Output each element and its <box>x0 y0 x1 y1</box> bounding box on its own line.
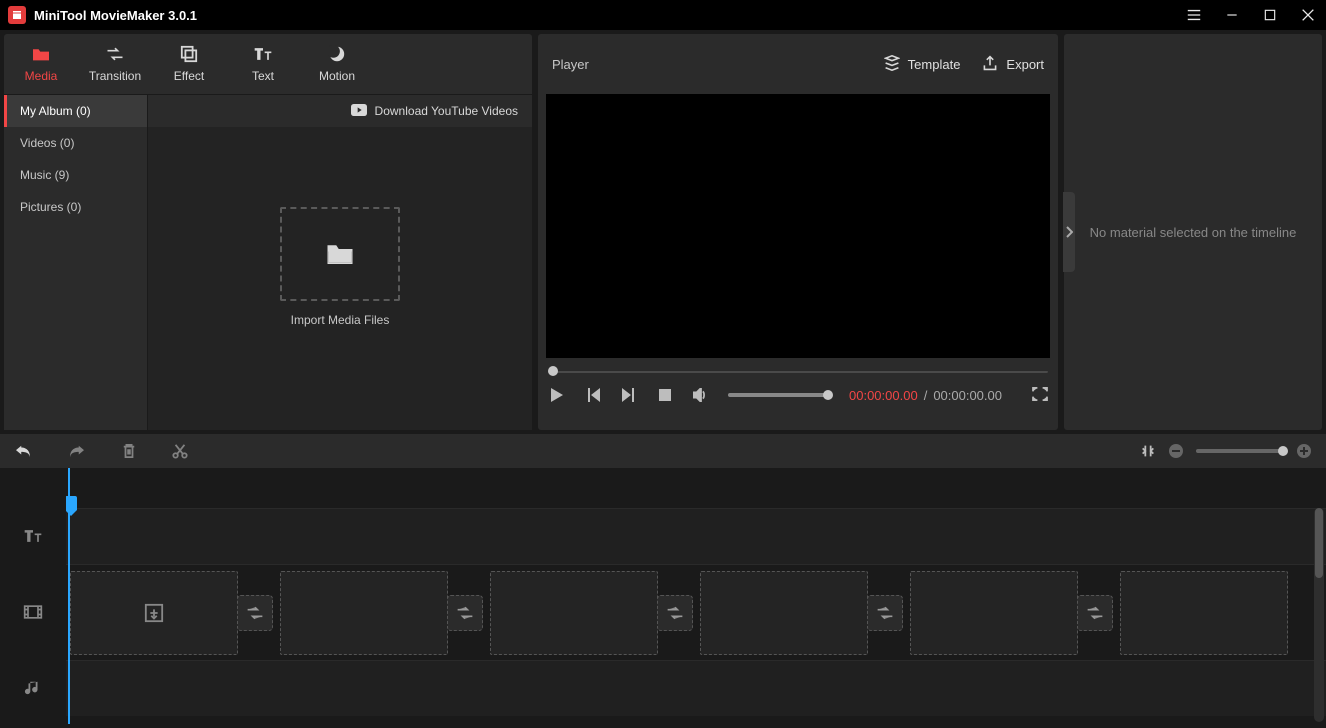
app-title: MiniTool MovieMaker 3.0.1 <box>34 8 197 23</box>
category-videos[interactable]: Videos (0) <box>4 127 147 159</box>
tab-text-label: Text <box>252 69 274 83</box>
transition-icon <box>105 45 125 63</box>
zoom-thumb[interactable] <box>1278 446 1288 456</box>
track-headers <box>0 468 66 724</box>
fit-timeline-button[interactable] <box>1140 443 1156 459</box>
audio-track-header[interactable] <box>0 660 66 716</box>
app-logo <box>8 6 26 24</box>
chevron-right-icon <box>1065 226 1073 238</box>
clip-slot[interactable] <box>1120 571 1288 655</box>
main-tabs: Media Transition Effect Text Motion <box>4 34 532 94</box>
timeline-tracks[interactable] <box>66 468 1326 724</box>
seek-thumb[interactable] <box>548 366 558 376</box>
category-my-album[interactable]: My Album (0) <box>4 95 147 127</box>
video-track-header[interactable] <box>0 564 66 660</box>
export-icon <box>982 55 998 74</box>
seek-bar[interactable] <box>548 364 1048 378</box>
transition-slot[interactable] <box>867 595 903 631</box>
player-panel: Player Template Export <box>538 34 1058 430</box>
transition-slot[interactable] <box>1077 595 1113 631</box>
export-button[interactable]: Export <box>982 55 1044 74</box>
import-media-label: Import Media Files <box>291 313 390 327</box>
transition-slot[interactable] <box>657 595 693 631</box>
youtube-icon <box>351 104 367 119</box>
time-separator: / <box>924 388 928 403</box>
timeline-toolbar <box>0 434 1326 468</box>
play-button[interactable] <box>548 386 566 404</box>
download-youtube-link[interactable]: Download YouTube Videos <box>148 95 532 127</box>
tab-effect-label: Effect <box>174 69 204 83</box>
motion-icon <box>328 45 346 63</box>
close-button[interactable] <box>1298 5 1318 25</box>
time-total: 00:00:00.00 <box>933 388 1002 403</box>
prev-frame-button[interactable] <box>584 386 602 404</box>
tab-media-label: Media <box>25 69 58 83</box>
redo-button[interactable] <box>68 444 86 458</box>
split-button[interactable] <box>172 443 188 459</box>
effect-icon <box>180 45 198 63</box>
scrollbar-thumb[interactable] <box>1315 508 1323 578</box>
volume-thumb[interactable] <box>823 390 833 400</box>
timeline-ruler[interactable] <box>66 468 1326 508</box>
delete-button[interactable] <box>122 443 136 459</box>
import-clip-icon <box>144 603 164 623</box>
volume-slider[interactable] <box>728 393 828 397</box>
folder-icon <box>31 45 51 63</box>
tab-motion-label: Motion <box>319 69 355 83</box>
text-track-header[interactable] <box>0 508 66 564</box>
properties-panel: No material selected on the timeline <box>1064 34 1322 430</box>
media-content: Download YouTube Videos Import Media Fil… <box>148 95 532 430</box>
tab-transition-label: Transition <box>89 69 141 83</box>
clip-slot[interactable] <box>280 571 448 655</box>
audio-track[interactable] <box>66 660 1326 716</box>
zoom-in-button[interactable] <box>1296 443 1312 459</box>
volume-button[interactable] <box>692 386 710 404</box>
player-label: Player <box>552 57 589 72</box>
template-label: Template <box>908 57 961 72</box>
tab-effect[interactable]: Effect <box>152 34 226 94</box>
stop-button[interactable] <box>656 386 674 404</box>
minimize-button[interactable] <box>1222 5 1242 25</box>
transition-slot[interactable] <box>447 595 483 631</box>
template-icon <box>884 55 900 74</box>
properties-empty-label: No material selected on the timeline <box>1090 225 1297 240</box>
maximize-button[interactable] <box>1260 5 1280 25</box>
clip-slot[interactable] <box>910 571 1078 655</box>
transition-slot[interactable] <box>237 595 273 631</box>
preview-viewport <box>546 94 1050 358</box>
collapse-properties-button[interactable] <box>1063 192 1075 272</box>
fullscreen-button[interactable] <box>1032 387 1048 404</box>
text-icon <box>253 45 273 63</box>
titlebar: MiniTool MovieMaker 3.0.1 <box>0 0 1326 30</box>
media-panel: Media Transition Effect Text Motion My A… <box>4 34 532 430</box>
template-button[interactable]: Template <box>884 55 961 74</box>
export-label: Export <box>1006 57 1044 72</box>
clip-slot[interactable] <box>490 571 658 655</box>
zoom-out-button[interactable] <box>1168 443 1184 459</box>
playhead[interactable] <box>68 468 70 724</box>
tab-text[interactable]: Text <box>226 34 300 94</box>
category-music[interactable]: Music (9) <box>4 159 147 191</box>
category-pictures[interactable]: Pictures (0) <box>4 191 147 223</box>
text-track[interactable] <box>66 508 1326 564</box>
menu-icon[interactable] <box>1184 5 1204 25</box>
tab-media[interactable]: Media <box>4 34 78 94</box>
import-media-button[interactable] <box>280 207 400 301</box>
time-current: 00:00:00.00 <box>849 388 918 403</box>
timeline-scrollbar[interactable] <box>1314 508 1324 722</box>
next-frame-button[interactable] <box>620 386 638 404</box>
tab-transition[interactable]: Transition <box>78 34 152 94</box>
timeline-area <box>0 434 1326 724</box>
clip-slot[interactable] <box>700 571 868 655</box>
undo-button[interactable] <box>14 444 32 458</box>
download-youtube-label: Download YouTube Videos <box>375 104 518 118</box>
zoom-slider[interactable] <box>1196 449 1284 453</box>
clip-slot[interactable] <box>70 571 238 655</box>
tab-motion[interactable]: Motion <box>300 34 374 94</box>
media-categories: My Album (0) Videos (0) Music (9) Pictur… <box>4 95 148 430</box>
video-track[interactable] <box>66 564 1326 660</box>
folder-open-icon <box>325 241 355 267</box>
